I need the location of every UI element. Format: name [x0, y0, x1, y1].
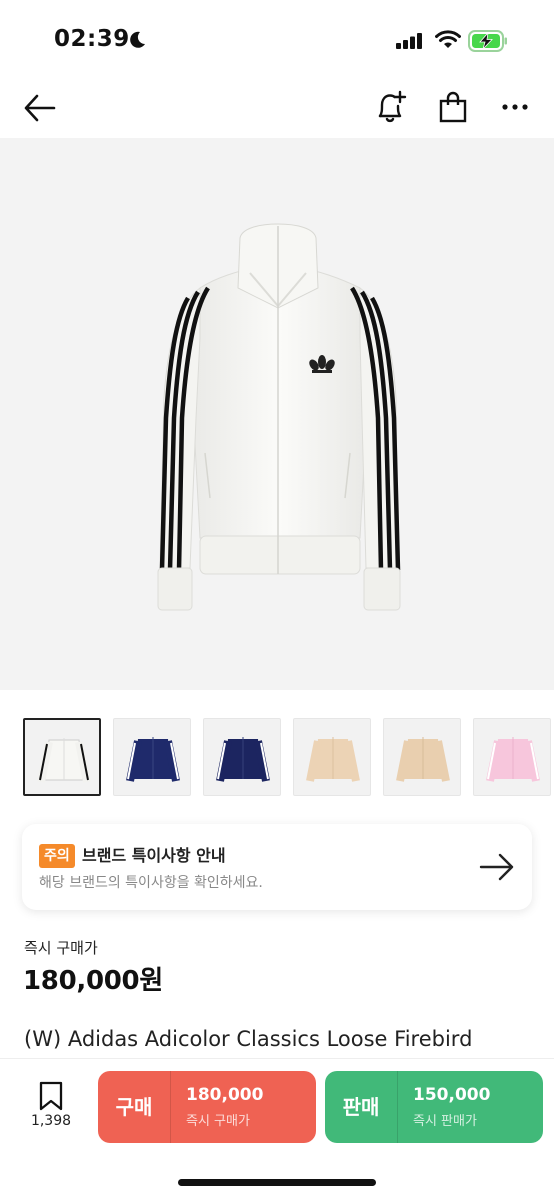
notice-title: 브랜드 특이사항 안내: [82, 846, 226, 865]
status-bar: 02:39: [0, 0, 554, 78]
sell-label: 판매: [342, 1095, 380, 1119]
sell-sub-label: 즉시 판매가: [413, 1114, 477, 1129]
notice-description: 해당 브랜드의 특이사항을 확인하세요.: [39, 875, 263, 891]
wishlist-count: 1,398: [30, 1113, 72, 1129]
buy-button[interactable]: 구매 180,000 즉시 구매가: [98, 1071, 316, 1143]
price-alert-button[interactable]: [370, 86, 412, 128]
top-nav: [0, 78, 554, 138]
wishlist-button[interactable]: 1,398: [22, 1081, 80, 1137]
arrow-right-icon: [479, 853, 514, 881]
sell-price: 150,000: [413, 1085, 491, 1105]
thumbnail-strip: [0, 718, 554, 798]
home-indicator: [178, 1179, 376, 1186]
more-button[interactable]: [494, 86, 536, 128]
battery-charging-icon: [468, 30, 507, 52]
bell-plus-icon: [378, 90, 407, 123]
thumbnail-navy-2[interactable]: [203, 718, 281, 796]
sell-divider: [397, 1071, 398, 1143]
product-main-image[interactable]: [0, 138, 554, 690]
track-jacket-image: [157, 223, 401, 611]
thumbnail-white[interactable]: [23, 718, 101, 796]
arrow-left-icon: [24, 94, 56, 122]
status-time: 02:39: [54, 26, 130, 52]
shopping-bag-icon: [439, 91, 467, 123]
buy-price: 180,000: [186, 1085, 264, 1105]
bookmark-icon: [39, 1081, 63, 1111]
moon-icon: [130, 31, 145, 48]
thumbnail-navy-1[interactable]: [113, 718, 191, 796]
buy-label: 구매: [115, 1095, 153, 1119]
thumbnail-beige-1[interactable]: [293, 718, 371, 796]
buy-sub-label: 즉시 구매가: [186, 1114, 250, 1129]
thumbnail-beige-2[interactable]: [383, 718, 461, 796]
buy-divider: [170, 1071, 171, 1143]
price-value: 180,000원: [23, 966, 163, 996]
thumbnail-pink[interactable]: [473, 718, 551, 796]
shopping-bag-button[interactable]: [432, 86, 474, 128]
back-button[interactable]: [18, 88, 62, 128]
notice-badge: 주의: [39, 844, 75, 868]
product-name: (W) Adidas Adicolor Classics Loose Fireb…: [24, 1027, 473, 1051]
sell-button[interactable]: 판매 150,000 즉시 판매가: [325, 1071, 543, 1143]
more-horizontal-icon: [502, 104, 528, 110]
price-label: 즉시 구매가: [24, 939, 98, 957]
wifi-icon: [435, 30, 461, 48]
brand-notice-card[interactable]: 주의 브랜드 특이사항 안내 해당 브랜드의 특이사항을 확인하세요.: [22, 824, 532, 910]
cellular-signal-icon: [396, 33, 422, 49]
